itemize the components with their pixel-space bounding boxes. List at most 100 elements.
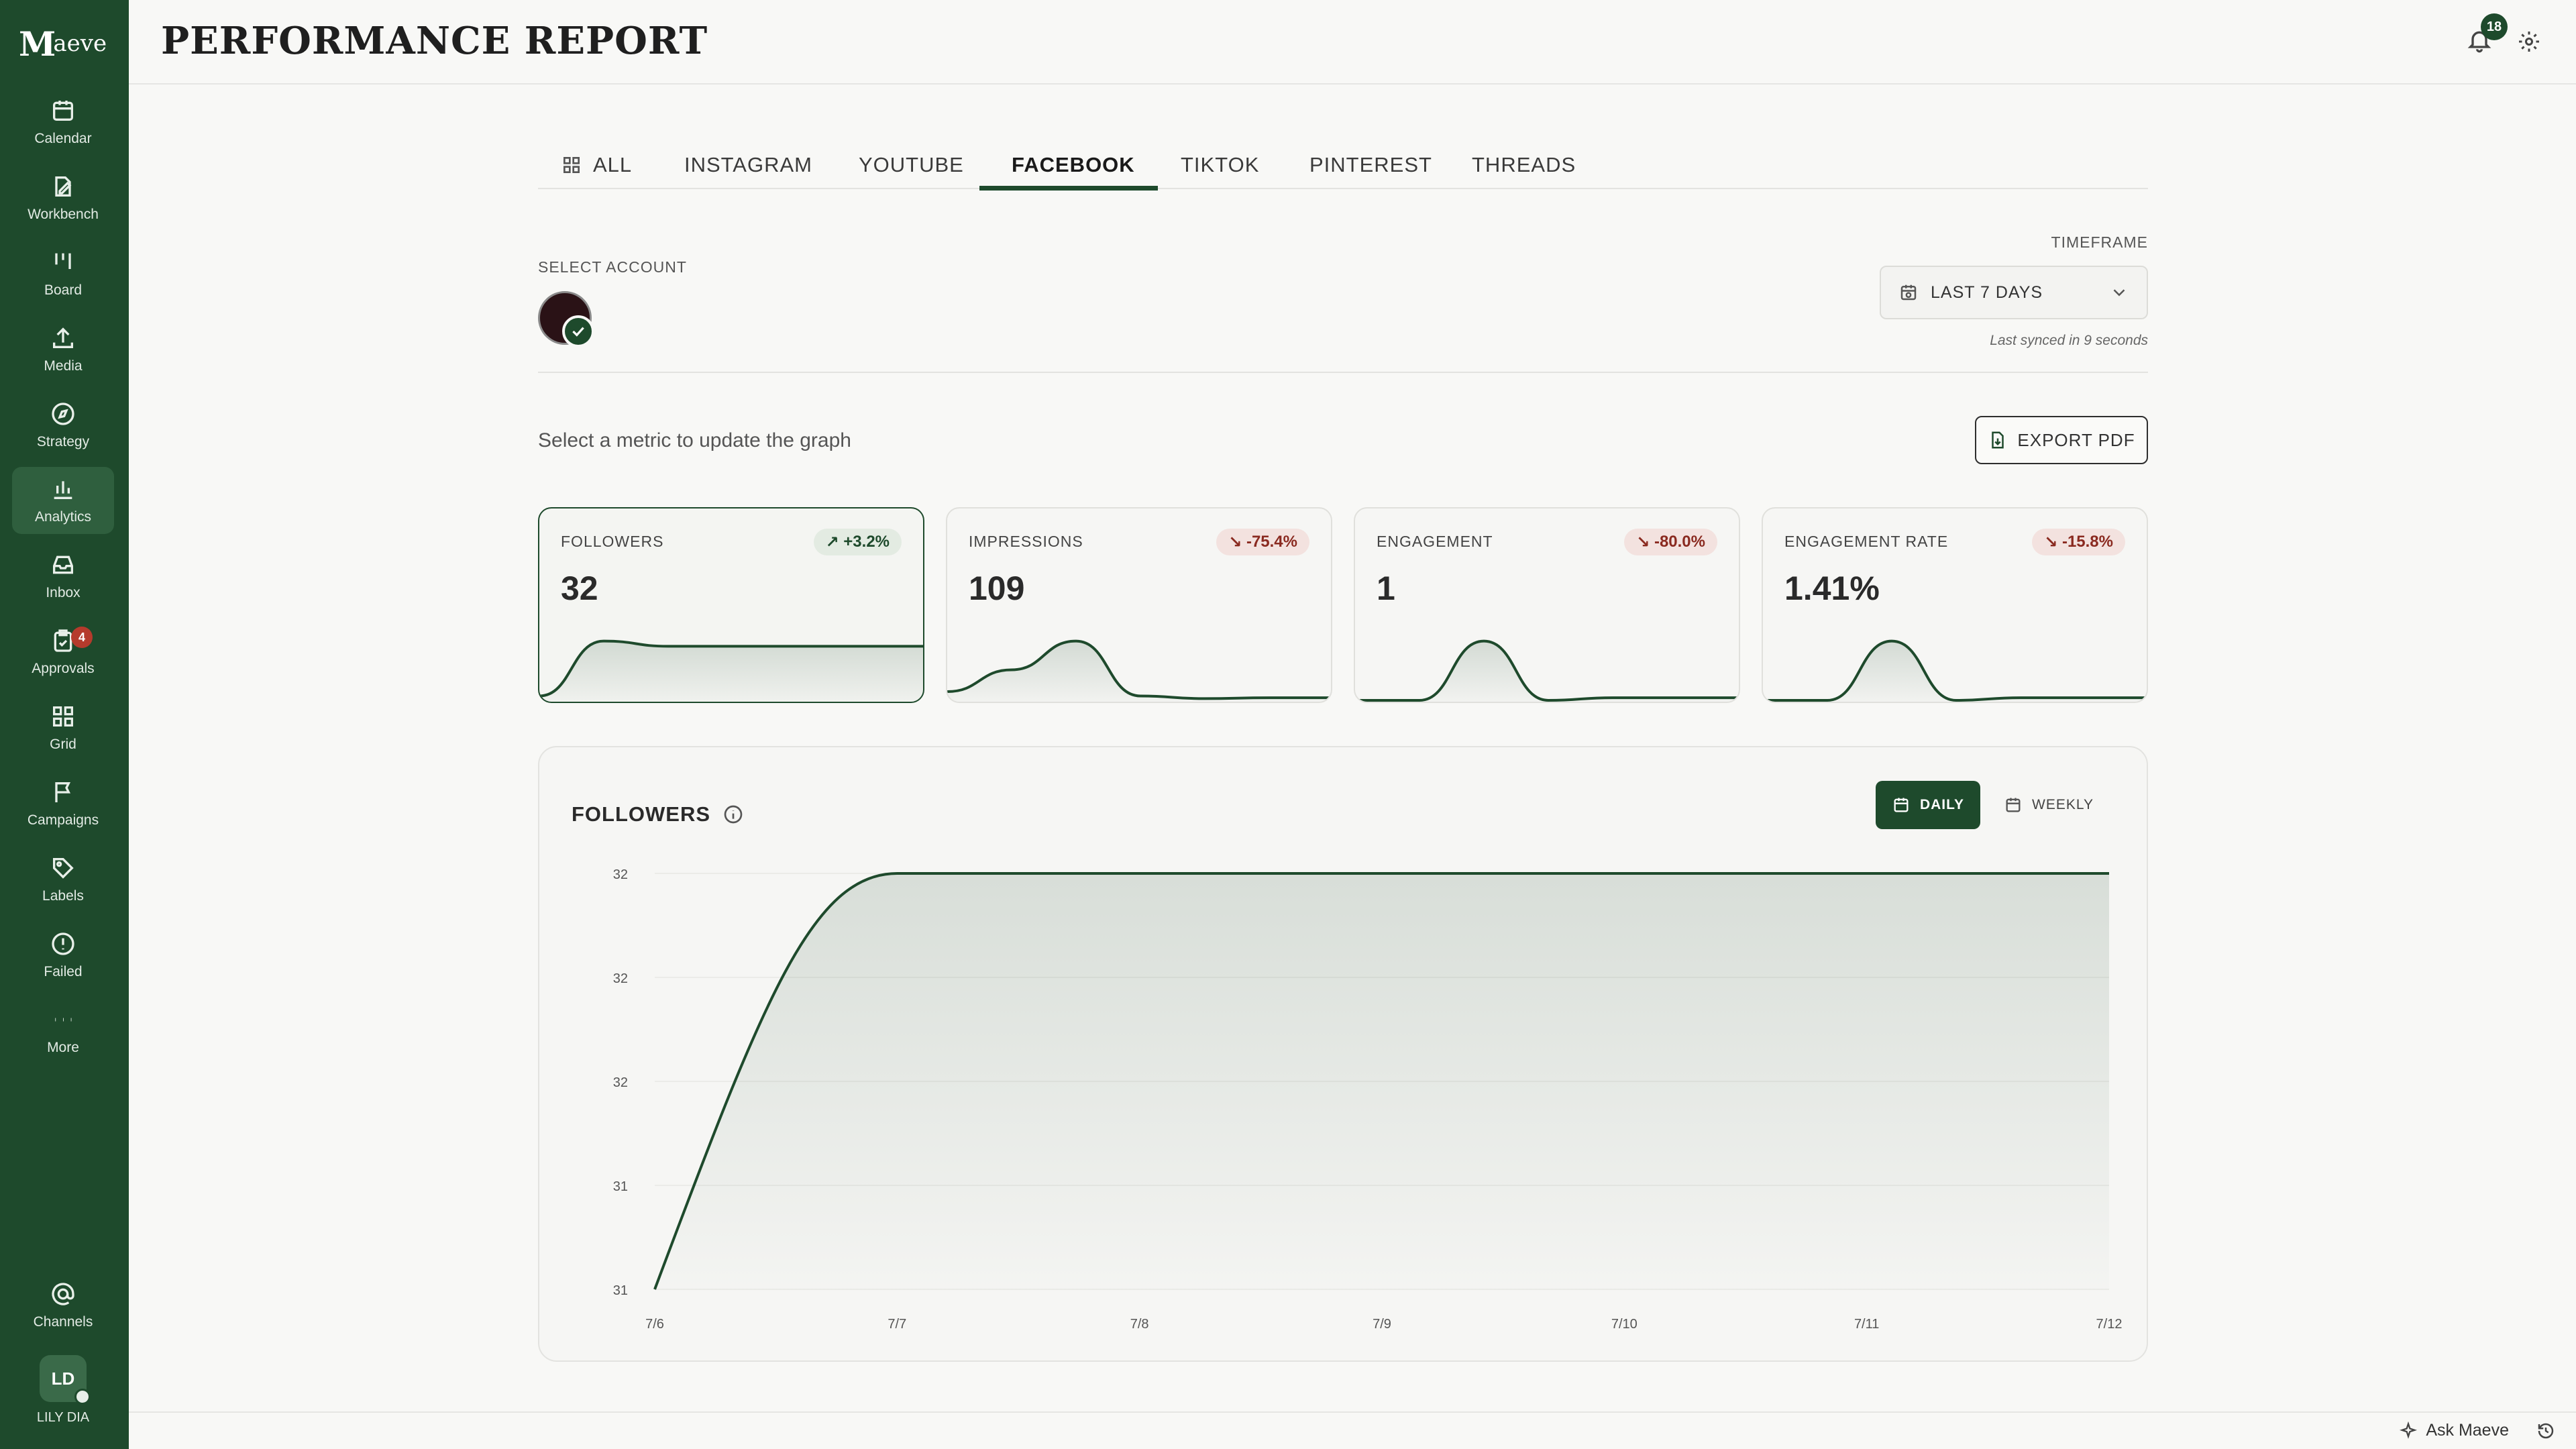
sidebar-item-label: Channels: [33, 1314, 93, 1330]
timeframe-label: TIMEFRAME: [2051, 233, 2148, 251]
metric-value: 32: [561, 570, 598, 607]
x-tick-label: 7/7: [888, 1317, 906, 1332]
tab-label: INSTAGRAM: [684, 153, 812, 176]
sidebar-item-analytics[interactable]: Analytics: [12, 467, 114, 534]
timeframe-select[interactable]: LAST 7 DAYS: [1880, 266, 2148, 319]
metric-name: FOLLOWERS: [561, 533, 664, 550]
check-icon: [572, 327, 584, 337]
header: PERFORMANCE REPORT 18: [129, 0, 2576, 85]
history-button[interactable]: [2536, 1421, 2556, 1444]
arrow-down-right-icon: ↘: [2044, 533, 2062, 551]
sidebar-item-board[interactable]: Board: [12, 240, 114, 307]
app-logo[interactable]: M aeve: [19, 24, 113, 64]
sidebar-item-strategy[interactable]: Strategy: [12, 392, 114, 459]
sidebar-item-calendar[interactable]: Calendar: [12, 89, 114, 156]
sidebar-item-workbench[interactable]: Workbench: [12, 164, 114, 231]
metric-name: ENGAGEMENT: [1377, 533, 1493, 550]
sparkline-area: [539, 641, 923, 702]
sidebar-item-label: Grid: [50, 737, 76, 752]
tab-label: YOUTUBE: [859, 153, 964, 176]
grid-icon: [53, 706, 74, 727]
alert-icon: [52, 932, 74, 955]
followers-chart: 32 32 32 31 31 7/6 7/7 7/8 7/9 7/10 7/11 7/12: [613, 867, 2123, 1332]
sidebar-item-label: Board: [44, 282, 83, 298]
notifications-button[interactable]: 18: [2466, 13, 2508, 56]
metric-sparkline: [1763, 639, 2147, 702]
metric-name: ENGAGEMENT RATE: [1784, 533, 1949, 550]
tab-label: FACEBOOK: [1012, 153, 1135, 176]
metric-sparkline: [1355, 639, 1739, 702]
sparkline-area: [1763, 641, 2147, 702]
settings-button[interactable]: [2517, 30, 2541, 57]
tab-threads[interactable]: THREADS: [1472, 141, 1576, 189]
inbox-icon: [53, 555, 73, 574]
user-profile[interactable]: LD LILY DIA: [12, 1355, 114, 1436]
sidebar-item-inbox[interactable]: Inbox: [12, 543, 114, 610]
avatar: LD: [40, 1355, 91, 1405]
metric-value: 1.41%: [1784, 570, 1880, 607]
file-download-icon: [1992, 431, 2004, 449]
y-tick-label: 32: [613, 1075, 628, 1090]
sidebar-item-campaigns[interactable]: Campaigns: [12, 770, 114, 837]
tab-label: ALL: [593, 153, 633, 176]
last-synced-text: Last synced in 9 seconds: [1990, 333, 2148, 348]
ask-label: Ask Maeve: [2426, 1421, 2509, 1440]
tab-facebook[interactable]: FACEBOOK: [979, 141, 1158, 191]
calendar-icon: [53, 101, 73, 121]
approvals-badge: 4: [71, 627, 93, 648]
followers-chart-card: 32 32 32 31 31 7/6 7/7 7/8 7/9 7/10 7/11 7/12 FOLLO…: [538, 746, 2148, 1362]
x-tick-label: 7/8: [1130, 1317, 1149, 1332]
daily-toggle[interactable]: DAILY: [1876, 781, 1980, 829]
chart-title: FOLLOWERS: [572, 802, 744, 826]
metric-change-badge: ↗ +3.2%: [813, 529, 902, 555]
ask-maeve-button[interactable]: Ask Maeve: [2399, 1421, 2509, 1440]
chart-title-text: FOLLOWERS: [572, 802, 711, 826]
tab-pinterest[interactable]: PINTEREST: [1309, 141, 1432, 189]
page-title: PERFORMANCE REPORT: [161, 19, 708, 63]
arrow-down-right-icon: ↘: [1636, 533, 1654, 551]
export-label: EXPORT PDF: [2017, 429, 2135, 450]
tab-youtube[interactable]: YOUTUBE: [859, 141, 964, 189]
sidebar-item-media[interactable]: Media: [12, 316, 114, 383]
metric-card-followers[interactable]: FOLLOWERS ↗ +3.2% 32: [538, 507, 924, 703]
sidebar-item-labels[interactable]: Labels: [12, 846, 114, 913]
arrow-up-right-icon: ↗: [825, 533, 844, 551]
more-icon: [55, 1018, 72, 1022]
metric-change: +3.2%: [843, 533, 890, 551]
followers-area: [655, 873, 2109, 1289]
metric-change-badge: ↘ -75.4%: [1216, 529, 1309, 555]
tab-label: THREADS: [1472, 153, 1576, 176]
sidebar-item-label: Labels: [42, 888, 84, 904]
sidebar-item-grid[interactable]: Grid: [12, 694, 114, 761]
sidebar-item-label: Failed: [44, 964, 83, 979]
sidebar-item-label: Campaigns: [27, 812, 99, 828]
sidebar-item-failed[interactable]: Failed: [12, 922, 114, 989]
export-pdf-button[interactable]: EXPORT PDF: [1975, 416, 2148, 464]
calendar-icon: [2006, 798, 2021, 812]
sidebar-item-label: Calendar: [34, 131, 92, 146]
divider: [538, 372, 2148, 373]
calendar-clock-icon: [1900, 284, 1917, 301]
tab-instagram[interactable]: INSTAGRAM: [684, 141, 812, 189]
sidebar-item-label: Workbench: [28, 207, 99, 222]
sidebar-item-approvals[interactable]: Approvals 4: [12, 619, 114, 686]
tab-label: PINTEREST: [1309, 153, 1432, 176]
metric-card-engagement-rate[interactable]: ENGAGEMENT RATE ↘ -15.8% 1.41%: [1762, 507, 2148, 703]
sidebar-item-channels[interactable]: Channels: [12, 1272, 114, 1339]
weekly-toggle[interactable]: WEEKLY: [1988, 781, 2109, 829]
platform-tabs: ALL INSTAGRAM YOUTUBE FACEBOOK TIKTOK PI…: [538, 141, 2148, 191]
y-tick-label: 31: [613, 1179, 628, 1194]
sidebar-item-more[interactable]: More: [12, 998, 114, 1065]
sidebar-item-label: Approvals: [32, 661, 95, 676]
x-tick-label: 7/12: [2096, 1317, 2123, 1332]
metric-card-impressions[interactable]: IMPRESSIONS ↘ -75.4% 109: [946, 507, 1332, 703]
tab-all[interactable]: ALL: [561, 141, 632, 189]
metric-hint: Select a metric to update the graph: [538, 429, 851, 451]
tab-label: TIKTOK: [1181, 153, 1260, 176]
tab-tiktok[interactable]: TIKTOK: [1181, 141, 1259, 189]
flag-icon: [55, 782, 71, 802]
sidebar-item-label: Analytics: [34, 509, 92, 525]
info-icon[interactable]: [722, 804, 744, 825]
sidebar-item-label: Inbox: [46, 585, 80, 600]
metric-card-engagement[interactable]: ENGAGEMENT ↘ -80.0% 1: [1354, 507, 1740, 703]
